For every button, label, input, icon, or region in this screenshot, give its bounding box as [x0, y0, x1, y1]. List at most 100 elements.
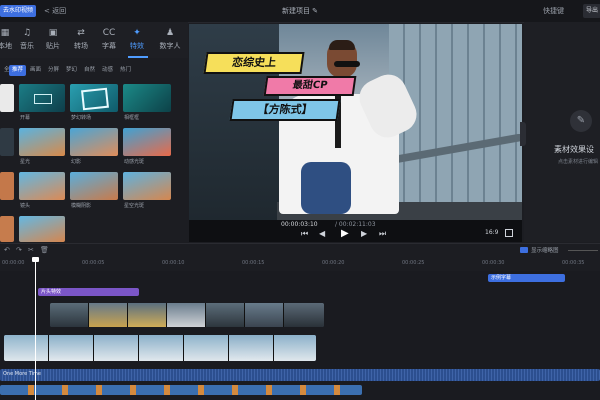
- timeline-ruler: 00:00:00 00:00:05 00:00:10 00:00:15 00:0…: [0, 257, 600, 271]
- effect-thumb[interactable]: [0, 128, 14, 156]
- panel-hint: 点击素材进行编辑: [558, 159, 599, 165]
- subtitle-clip[interactable]: 示例字幕: [488, 274, 565, 282]
- bridge: [399, 134, 522, 164]
- subtab-recommend[interactable]: 推荐: [9, 65, 27, 76]
- subtab-hot[interactable]: 热门: [117, 65, 134, 76]
- effect-thumb[interactable]: [123, 84, 171, 112]
- effect-thumb[interactable]: [70, 84, 118, 112]
- current-time: 00:00:03:10: [281, 221, 318, 228]
- photo-frame-icon: [81, 87, 109, 111]
- effect-thumb[interactable]: [19, 172, 65, 200]
- forward-icon[interactable]: ▶: [361, 229, 367, 238]
- ruler-tick: 00:00:25: [402, 260, 425, 266]
- aspect-ratio[interactable]: 16:9: [485, 229, 498, 236]
- delete-icon[interactable]: 🗑: [40, 246, 49, 254]
- subtab-picture[interactable]: 画面: [27, 65, 44, 76]
- effect-label: 幻影: [71, 159, 82, 165]
- person-icon: ♟: [165, 28, 175, 38]
- prev-frame-icon[interactable]: ⏮: [301, 229, 308, 239]
- effect-label: 镜头: [20, 203, 31, 209]
- sound-effect-track[interactable]: [0, 385, 362, 395]
- music-icon: ♫: [22, 28, 32, 38]
- tab-digital-human[interactable]: ♟ 数字人: [157, 28, 183, 51]
- sparkle-icon: ✦: [133, 28, 141, 38]
- effect-label: 星光: [20, 159, 31, 165]
- effect-thumb[interactable]: [0, 84, 14, 112]
- video-preview[interactable]: 恋综史上 最甜CP 【方陈式】: [189, 24, 522, 220]
- sticker-icon: ▣: [48, 28, 58, 38]
- zoom-slider[interactable]: [568, 250, 598, 251]
- ruler-tick: 00:00:10: [162, 260, 185, 266]
- ruler-tick: 00:00:20: [322, 260, 345, 266]
- ruler-tick: 00:00:35: [562, 260, 585, 266]
- tab-sticker[interactable]: ▣ 贴片: [40, 28, 66, 51]
- tab-subtitle[interactable]: CC 字幕: [96, 28, 122, 51]
- ruler-tick: 00:00:30: [482, 260, 505, 266]
- tab-transition[interactable]: ⇄ 转场: [68, 28, 94, 51]
- caption-line-3[interactable]: 【方陈式】: [229, 99, 341, 121]
- effect-thumb[interactable]: [0, 172, 14, 200]
- sunglasses: [334, 61, 360, 67]
- caption-line-1[interactable]: 恋综史上: [203, 52, 305, 74]
- next-frame-icon[interactable]: ⏭: [379, 229, 386, 239]
- shortcut-button[interactable]: 快捷键: [543, 5, 564, 17]
- ruler-tick: 00:00:15: [242, 260, 265, 266]
- top-bar: 去水印视频 < 返回 新建项目 ✎ 快捷键 导出: [0, 0, 600, 23]
- effect-label: 动感光斑: [124, 159, 145, 165]
- effect-thumb[interactable]: [0, 216, 14, 242]
- effect-label: 相框框: [124, 115, 140, 121]
- subtab-nature[interactable]: 自然: [81, 65, 98, 76]
- player-controls: 00:00:03:10 / 00:02:11:03 ⏮ ◀ ▶ ▶ ⏭ 16:9: [189, 220, 522, 242]
- panel-title: 素材效果设: [554, 145, 594, 154]
- effect-thumb[interactable]: [19, 84, 65, 112]
- resource-tabs: ▦ 本地 ♫ 音乐 ▣ 贴片 ⇄ 转场 CC 字幕 ✦ 特效 ♟ 数字人: [0, 22, 188, 58]
- total-time: / 00:02:11:03: [335, 221, 376, 228]
- undo-icon[interactable]: ↶: [4, 246, 10, 254]
- active-tab-underline: [128, 56, 148, 58]
- subtab-dream[interactable]: 梦幻: [63, 65, 80, 76]
- effect-label: 星空光斑: [124, 203, 145, 209]
- man-hair: [329, 40, 355, 50]
- main-video-clip[interactable]: [4, 335, 316, 361]
- audio-track[interactable]: One More Time: [0, 369, 600, 381]
- effect-thumb[interactable]: [19, 128, 65, 156]
- properties-panel: ✎ 素材效果设 点击素材进行编辑: [520, 22, 600, 242]
- rewind-icon[interactable]: ◀: [319, 229, 325, 238]
- transition-icon: ⇄: [77, 28, 85, 38]
- subtab-dynamic[interactable]: 动感: [99, 65, 116, 76]
- redo-icon[interactable]: ↷: [16, 246, 22, 254]
- tab-effects[interactable]: ✦ 特效: [124, 28, 150, 51]
- play-icon[interactable]: ▶: [341, 228, 349, 239]
- effect-thumb[interactable]: [19, 216, 65, 242]
- ruler-tick: 00:00:05: [82, 260, 105, 266]
- effect-thumb[interactable]: [70, 172, 118, 200]
- effect-thumb[interactable]: [123, 172, 171, 200]
- ruler-tick: 00:00:00: [2, 260, 25, 266]
- timeline-tracks: 示例字幕 片头特效 One More Time: [0, 257, 600, 400]
- effect-label: 开幕: [20, 115, 31, 121]
- caption-line-2[interactable]: 最甜CP: [263, 76, 357, 96]
- effect-thumb[interactable]: [123, 128, 171, 156]
- frame-icon: [34, 94, 52, 104]
- effect-thumb[interactable]: [70, 128, 118, 156]
- playhead[interactable]: [35, 257, 36, 400]
- effect-label: 模糊阴影: [71, 203, 92, 209]
- effect-category-tabs: 全 推荐 画面 分屏 梦幻 自然 动感 热门: [0, 64, 188, 78]
- show-thumbs-checkbox[interactable]: [520, 247, 528, 253]
- video-clip-overlay[interactable]: [50, 303, 324, 327]
- subtitle-icon: CC: [102, 28, 116, 38]
- timeline-toolbar: ↶ ↷ ✂ 🗑 显示缩略图: [0, 243, 600, 258]
- tab-music[interactable]: ♫ 音乐: [14, 28, 40, 51]
- export-button[interactable]: 导出: [583, 4, 600, 18]
- project-title[interactable]: 新建项目 ✎: [0, 5, 600, 17]
- show-thumbs-label: 显示缩略图: [531, 248, 559, 254]
- fullscreen-icon[interactable]: [505, 229, 513, 237]
- playhead-handle[interactable]: [32, 257, 39, 262]
- effect-settings-icon: ✎: [570, 110, 592, 132]
- effect-label: 梦幻转场: [71, 115, 92, 121]
- effect-clip[interactable]: 片头特效: [38, 288, 139, 296]
- blue-jacket: [301, 162, 351, 214]
- collapse-handle[interactable]: [520, 122, 526, 146]
- subtab-split[interactable]: 分屏: [45, 65, 62, 76]
- split-icon[interactable]: ✂: [28, 246, 34, 254]
